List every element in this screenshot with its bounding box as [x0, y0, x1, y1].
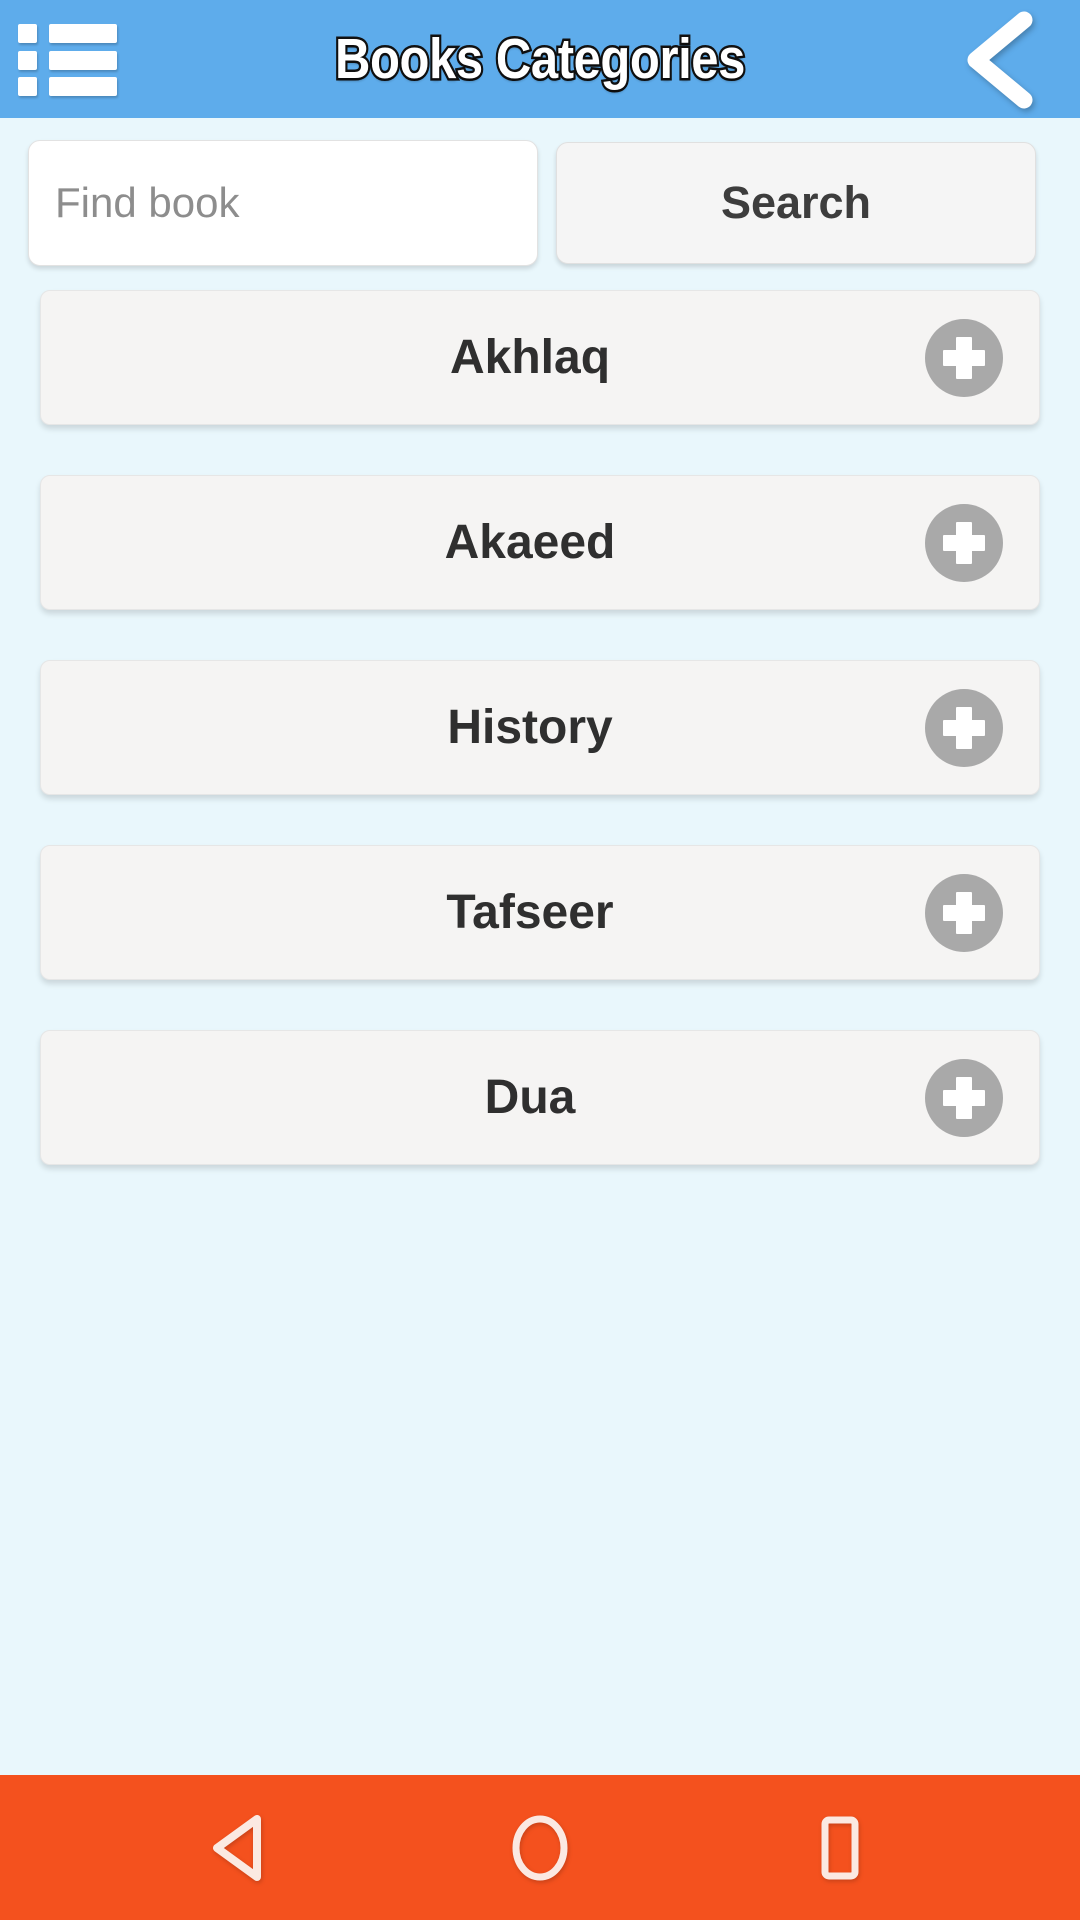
category-label: History: [447, 701, 613, 754]
plus-icon[interactable]: [925, 688, 1003, 767]
page-title: Books Categories: [333, 25, 748, 94]
category-row-tafseer[interactable]: Tafseer: [40, 845, 1040, 980]
menu-row: [18, 50, 120, 70]
menu-line: [49, 24, 117, 43]
app-header: Books Categories: [0, 0, 1080, 118]
plus-icon[interactable]: [925, 873, 1003, 952]
menu-row: [18, 24, 120, 43]
menu-row: [18, 77, 120, 96]
menu-line: [49, 50, 117, 70]
menu-line: [49, 77, 117, 96]
category-label: Akhlaq: [449, 331, 611, 384]
home-circle-icon[interactable]: [460, 1775, 620, 1920]
plus-icon[interactable]: [925, 503, 1003, 582]
chevron-left-icon[interactable]: [940, 8, 1060, 112]
app-screen: Books Categories Search Akhlaq Akaeed Hi…: [0, 0, 1080, 1920]
back-triangle-icon[interactable]: [160, 1775, 320, 1920]
category-row-akhlaq[interactable]: Akhlaq: [40, 290, 1040, 425]
plus-icon[interactable]: [925, 1058, 1003, 1137]
category-label: Dua: [484, 1071, 576, 1124]
search-bar: Search: [0, 140, 1080, 266]
search-input[interactable]: [28, 140, 538, 266]
search-button[interactable]: Search: [556, 142, 1036, 264]
plus-icon[interactable]: [925, 318, 1003, 397]
menu-bullet: [18, 77, 37, 96]
category-row-akaeed[interactable]: Akaeed: [40, 475, 1040, 610]
list-menu-icon[interactable]: [18, 22, 120, 98]
menu-bullet: [18, 24, 37, 43]
category-row-dua[interactable]: Dua: [40, 1030, 1040, 1165]
category-row-history[interactable]: History: [40, 660, 1040, 795]
menu-bullet: [18, 50, 37, 70]
category-label: Akaeed: [444, 516, 616, 569]
recents-square-icon[interactable]: [760, 1775, 920, 1920]
category-list: Akhlaq Akaeed History Tafseer Dua: [0, 290, 1080, 1215]
category-label: Tafseer: [446, 886, 614, 939]
android-navigation-bar: [0, 1775, 1080, 1920]
